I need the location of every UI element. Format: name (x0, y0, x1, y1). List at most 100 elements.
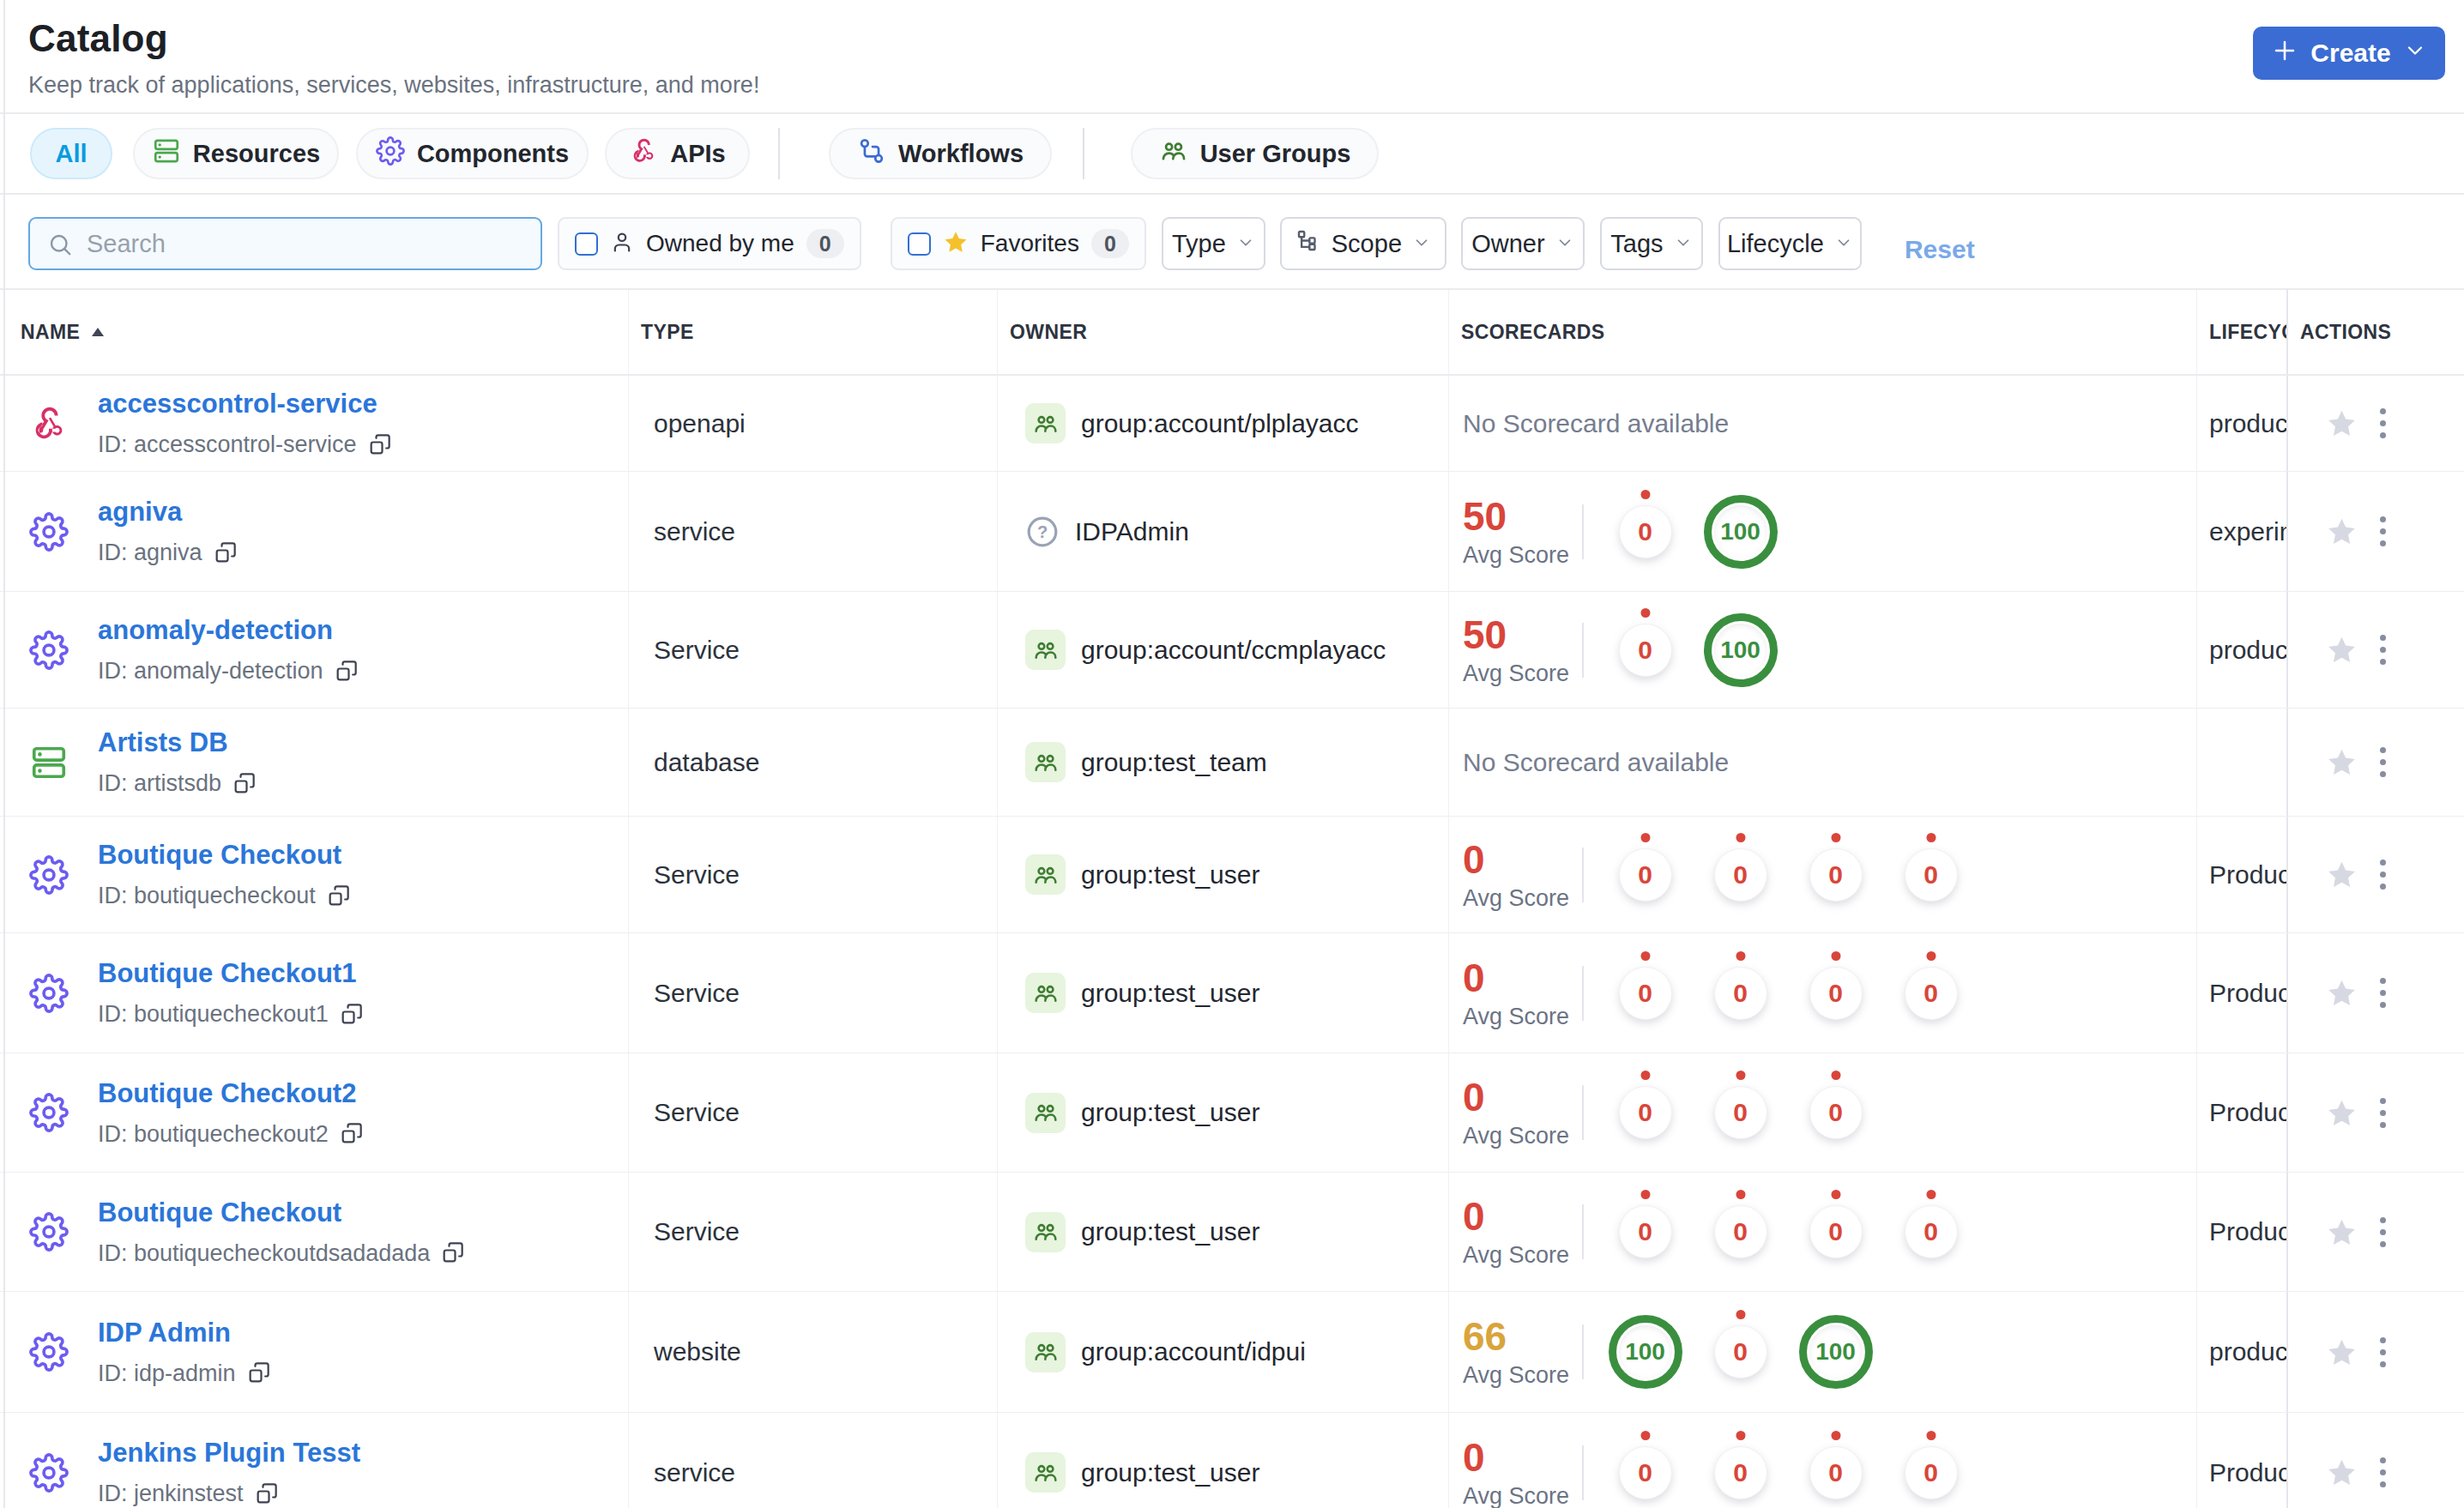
scorecard-badge-0[interactable]: 0 (1619, 967, 1672, 1020)
entity-name-link[interactable]: IDP Admin (98, 1318, 270, 1348)
copy-icon[interactable] (326, 884, 350, 908)
copy-icon[interactable] (246, 1361, 270, 1385)
copy-icon[interactable] (254, 1482, 278, 1506)
favorite-star-icon[interactable] (2326, 1097, 2358, 1129)
scorecard-badge-0[interactable]: 0 (1905, 967, 1958, 1020)
row-menu-kebab[interactable] (2375, 1452, 2391, 1493)
scorecard-badge-0[interactable]: 0 (1905, 1446, 1958, 1499)
entity-name-link[interactable]: Artists DB (98, 727, 256, 758)
entity-id: ID: artistsdb (98, 770, 221, 797)
scorecard-badge-0[interactable]: 0 (1905, 1205, 1958, 1258)
tab-components[interactable]: Components (356, 128, 589, 179)
tab-user-groups[interactable]: User Groups (1131, 128, 1379, 179)
entity-name-link[interactable]: Boutique Checkout (98, 840, 350, 871)
search-input[interactable] (28, 217, 542, 270)
favorite-star-icon[interactable] (2326, 634, 2358, 666)
avg-score-label: Avg Score (1463, 1123, 1582, 1149)
scorecard-badge-0[interactable]: 0 (1714, 1086, 1767, 1139)
owner-name: group:test_user (1081, 1098, 1259, 1127)
row-menu-kebab[interactable] (2375, 511, 2391, 552)
copy-icon[interactable] (334, 660, 358, 684)
copy-icon[interactable] (339, 1122, 363, 1146)
entity-name-link[interactable]: anomaly-detection (98, 615, 358, 646)
scorecard-badge-0[interactable]: 0 (1809, 1446, 1863, 1499)
owner-filter-dropdown[interactable]: Owner (1461, 217, 1585, 270)
avg-score-label: Avg Score (1463, 661, 1582, 686)
entity-lifecycle: production (2197, 592, 2286, 708)
favorite-star-icon[interactable] (2326, 1216, 2358, 1248)
scorecard-badge-100[interactable]: 100 (1609, 1315, 1682, 1389)
favorite-star-icon[interactable] (2326, 1336, 2358, 1368)
favorites-filter[interactable]: Favorites 0 (891, 217, 1146, 270)
owner-name: group:account/idpui (1081, 1337, 1306, 1366)
row-menu-kebab[interactable] (2375, 742, 2391, 782)
entity-name-link[interactable]: agniva (98, 497, 237, 528)
favorite-star-icon[interactable] (2326, 859, 2358, 890)
scorecard-badge-0[interactable]: 0 (1809, 967, 1863, 1020)
column-header-name[interactable]: NAME (0, 290, 629, 374)
row-menu-kebab[interactable] (2375, 630, 2391, 670)
entity-lifecycle: Production (2197, 1053, 2286, 1172)
tags-filter-dropdown[interactable]: Tags (1600, 217, 1703, 270)
scorecard-badge-0[interactable]: 0 (1714, 967, 1767, 1020)
owned-by-me-filter[interactable]: Owned by me 0 (558, 217, 861, 270)
scorecard-badge-0[interactable]: 0 (1619, 1205, 1672, 1258)
scorecard-badge-0[interactable]: 0 (1809, 1086, 1863, 1139)
scorecard-badge-0[interactable]: 0 (1619, 848, 1672, 902)
favorite-star-icon[interactable] (2326, 407, 2358, 439)
favorite-star-icon[interactable] (2326, 977, 2358, 1009)
scorecard-badge-100[interactable]: 100 (1799, 1315, 1873, 1389)
favorite-star-icon[interactable] (2326, 746, 2358, 778)
tab-apis[interactable]: APIs (605, 128, 750, 179)
entity-id: ID: anomaly-detection (98, 658, 323, 685)
owner-name: group:test_user (1081, 1217, 1259, 1246)
copy-icon[interactable] (213, 541, 237, 565)
scorecard-badge-0[interactable]: 0 (1809, 848, 1863, 902)
lifecycle-filter-dropdown[interactable]: Lifecycle (1718, 217, 1862, 270)
entity-name-link[interactable]: Boutique Checkout1 (98, 958, 363, 989)
entity-id: ID: accesscontrol-service (98, 431, 357, 458)
owned-by-me-checkbox[interactable] (575, 232, 598, 256)
scorecard-badge-0[interactable]: 0 (1905, 848, 1958, 902)
entity-name-link[interactable]: Boutique Checkout (98, 1197, 464, 1228)
reset-filters-link[interactable]: Reset (1905, 235, 1975, 264)
entity-name-link[interactable]: Jenkins Plugin Tesst (98, 1438, 360, 1469)
tab-all[interactable]: All (30, 128, 112, 179)
favorite-star-icon[interactable] (2326, 1457, 2358, 1488)
row-menu-kebab[interactable] (2375, 403, 2391, 443)
scorecard-badge-0[interactable]: 0 (1714, 1325, 1767, 1378)
scorecard-badge-0[interactable]: 0 (1619, 624, 1672, 677)
tab-workflows[interactable]: Workflows (829, 128, 1052, 179)
scorecard-badge-100[interactable]: 100 (1704, 495, 1778, 569)
copy-icon[interactable] (367, 433, 391, 457)
copy-icon[interactable] (232, 772, 256, 796)
favorites-checkbox[interactable] (908, 232, 931, 256)
entity-type: openapi (629, 376, 998, 471)
scorecard-badge-100[interactable]: 100 (1704, 613, 1778, 687)
row-menu-kebab[interactable] (2375, 854, 2391, 895)
entity-name-link[interactable]: Boutique Checkout2 (98, 1078, 363, 1109)
entity-kind-icon (28, 511, 69, 552)
scorecard-badge-0[interactable]: 0 (1619, 1086, 1672, 1139)
row-menu-kebab[interactable] (2375, 1093, 2391, 1133)
row-menu-kebab[interactable] (2375, 973, 2391, 1013)
tab-resources[interactable]: Resources (133, 128, 339, 179)
favorite-star-icon[interactable] (2326, 516, 2358, 547)
scorecard-badge-0[interactable]: 0 (1809, 1205, 1863, 1258)
scorecard-badge-0[interactable]: 0 (1714, 1446, 1767, 1499)
scorecard-badge-0[interactable]: 0 (1619, 1446, 1672, 1499)
scorecard-badge-0[interactable]: 0 (1714, 848, 1767, 902)
apis-icon (629, 136, 658, 172)
copy-icon[interactable] (339, 1003, 363, 1027)
owner-name: group:test_user (1081, 860, 1259, 890)
type-filter-dropdown[interactable]: Type (1162, 217, 1265, 270)
row-menu-kebab[interactable] (2375, 1212, 2391, 1252)
scorecard-badge-0[interactable]: 0 (1714, 1205, 1767, 1258)
row-menu-kebab[interactable] (2375, 1332, 2391, 1372)
entity-lifecycle: experimental (2197, 472, 2286, 591)
entity-name-link[interactable]: accesscontrol-service (98, 389, 391, 419)
scope-filter-dropdown[interactable]: Scope (1280, 217, 1446, 270)
scorecard-badge-0[interactable]: 0 (1619, 505, 1672, 558)
copy-icon[interactable] (440, 1241, 464, 1265)
create-button[interactable]: Create (2253, 27, 2445, 80)
